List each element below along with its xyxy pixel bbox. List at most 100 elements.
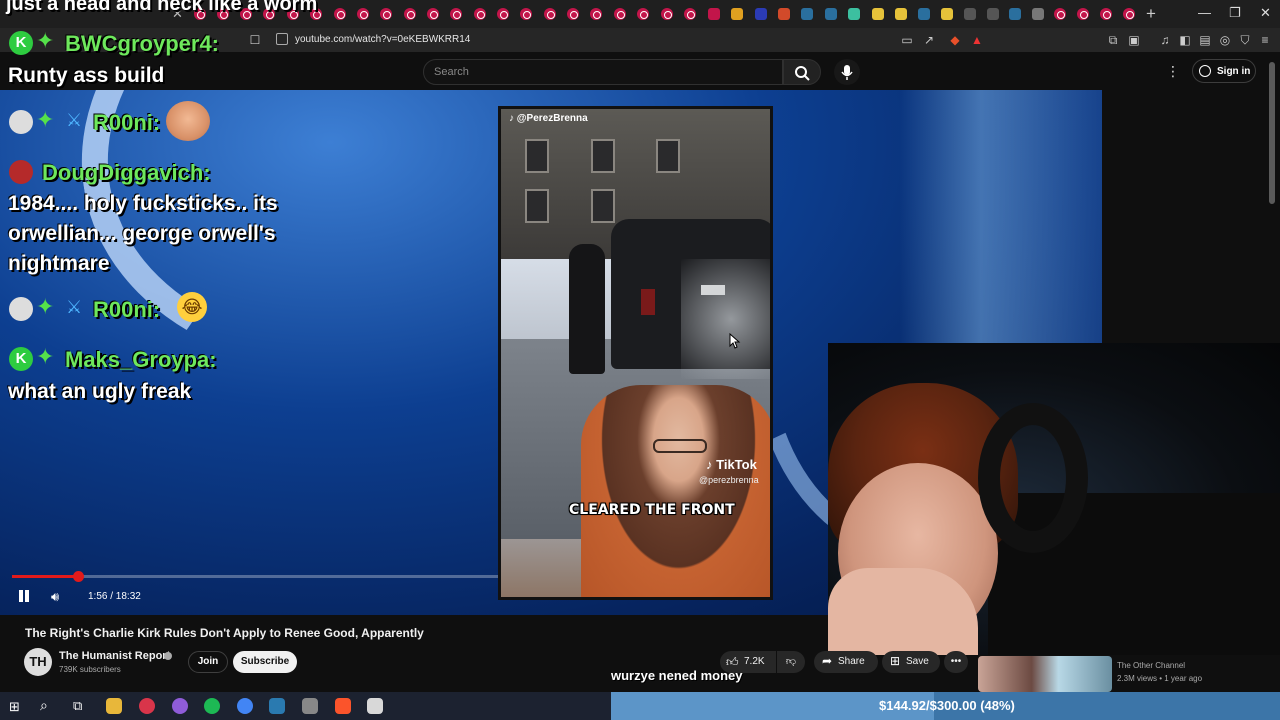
app-icon[interactable]: [139, 698, 155, 714]
progress-scrubber[interactable]: [73, 571, 84, 582]
menu-icon[interactable]: ≡: [1258, 33, 1272, 47]
youtube-tab-icon[interactable]: [567, 8, 579, 20]
start-icon[interactable]: ⊞: [9, 699, 20, 715]
skull-badge-icon: [9, 110, 33, 134]
youtube-tab-icon[interactable]: [1077, 8, 1089, 20]
restore-icon[interactable]: ❐: [1229, 5, 1241, 21]
task-view-icon[interactable]: ⧉: [73, 698, 82, 714]
youtube-tab-icon[interactable]: [427, 8, 439, 20]
search-input[interactable]: [423, 59, 783, 85]
minimize-icon[interactable]: —: [1198, 5, 1211, 20]
brave-shields-icon[interactable]: ◆: [948, 33, 962, 47]
thumbs-down-icon: 👎︎: [785, 656, 797, 667]
app-icon[interactable]: [302, 698, 318, 714]
new-tab-icon[interactable]: +: [1146, 4, 1156, 24]
steam-icon[interactable]: [269, 698, 285, 714]
tab-icon[interactable]: [731, 8, 743, 20]
youtube-tab-icon[interactable]: [590, 8, 602, 20]
wallet-icon[interactable]: ▤: [1198, 33, 1212, 47]
pause-button[interactable]: [17, 589, 31, 603]
vpn-icon[interactable]: ⛉: [1238, 33, 1252, 47]
app-icon[interactable]: [367, 698, 383, 714]
video-title: The Right's Charlie Kirk Rules Don't App…: [25, 626, 424, 640]
app-icon[interactable]: [172, 698, 188, 714]
youtube-tab-icon[interactable]: [474, 8, 486, 20]
tiktok-logo: ♪ TikTok: [706, 457, 757, 472]
clip-window: [591, 189, 615, 223]
brave-rewards-icon[interactable]: ▲: [970, 33, 984, 47]
face-emote-icon: [166, 101, 210, 141]
related-channel[interactable]: The Other Channel: [1117, 661, 1185, 670]
media-icon[interactable]: ♫: [1158, 33, 1172, 47]
laughing-emote-icon: 😂︎: [177, 292, 207, 322]
more-actions-button[interactable]: •••: [944, 651, 968, 673]
chrome-icon[interactable]: [237, 698, 253, 714]
youtube-tab-icon[interactable]: [357, 8, 369, 20]
tiktok-watermark-handle: @perezbrenna: [699, 475, 759, 485]
search-taskbar-icon[interactable]: ⌕: [40, 697, 48, 714]
youtube-tab-icon[interactable]: [661, 8, 673, 20]
progress-bar[interactable]: [12, 575, 498, 578]
related-video-thumbnail[interactable]: [978, 656, 1112, 692]
brave-icon[interactable]: [335, 698, 351, 714]
youtube-tab-icon[interactable]: [1123, 8, 1135, 20]
tab-icon[interactable]: [872, 8, 884, 20]
search-icon: [795, 66, 810, 81]
search-button[interactable]: [783, 59, 821, 85]
tab-icon[interactable]: [755, 8, 767, 20]
share-icon: ➦: [822, 654, 833, 668]
profile-icon[interactable]: ◎: [1218, 33, 1232, 47]
chat-message: Runty ass build: [8, 64, 165, 87]
tab-icon[interactable]: [941, 8, 953, 20]
more-options-icon[interactable]: ⋮: [1166, 63, 1180, 80]
verified-icon: [164, 652, 172, 660]
youtube-tab-icon[interactable]: [450, 8, 462, 20]
share-page-icon[interactable]: ↗: [922, 33, 936, 47]
youtube-tab-icon[interactable]: [544, 8, 556, 20]
progress-played: [12, 575, 78, 578]
chat-username: DougDiggavich:: [42, 160, 211, 185]
youtube-tab-icon[interactable]: [1054, 8, 1066, 20]
cast-icon[interactable]: ▭: [900, 33, 914, 47]
extensions-icon[interactable]: ⧉: [1106, 33, 1120, 47]
youtube-tab-icon[interactable]: [404, 8, 416, 20]
youtube-tab-icon[interactable]: [520, 8, 532, 20]
youtube-tab-icon[interactable]: [684, 8, 696, 20]
join-button[interactable]: Join: [188, 651, 228, 673]
bookmark-icon[interactable]: ☐: [248, 33, 262, 47]
youtube-tab-icon[interactable]: [1100, 8, 1112, 20]
tab-icon[interactable]: [778, 8, 790, 20]
screenshot-icon[interactable]: ▣: [1127, 33, 1141, 47]
site-info-icon[interactable]: [276, 33, 288, 45]
youtube-tab-icon[interactable]: [637, 8, 649, 20]
page-scrollbar[interactable]: [1269, 62, 1275, 204]
spotify-icon[interactable]: [204, 698, 220, 714]
tiktok-handle: ♪ @PerezBrenna: [509, 113, 588, 124]
tab-icon[interactable]: [825, 8, 837, 20]
youtube-tab-icon[interactable]: [334, 8, 346, 20]
tab-icon[interactable]: [708, 8, 720, 20]
skull-badge-icon: [9, 297, 33, 321]
tab-icon[interactable]: [918, 8, 930, 20]
subscribe-button[interactable]: Subscribe: [233, 651, 297, 673]
volume-icon[interactable]: 🔊︎: [51, 589, 59, 605]
dislike-button[interactable]: 👎︎: [777, 651, 805, 673]
channel-avatar[interactable]: TH: [24, 648, 52, 676]
sidebar-icon[interactable]: ◧: [1178, 33, 1192, 47]
channel-name[interactable]: The Humanist Report: [59, 650, 170, 662]
tab-icon[interactable]: [895, 8, 907, 20]
file-explorer-icon[interactable]: [106, 698, 122, 714]
voice-search-button[interactable]: [834, 59, 860, 85]
tab-icon[interactable]: [848, 8, 860, 20]
youtube-tab-icon[interactable]: [497, 8, 509, 20]
address-bar[interactable]: youtube.com/watch?v=0eKEBWKRR14: [295, 34, 470, 45]
youtube-tab-icon[interactable]: [380, 8, 392, 20]
time-display: 1:56 / 18:32: [88, 591, 141, 602]
tab-icon[interactable]: [801, 8, 813, 20]
youtube-tab-icon[interactable]: [614, 8, 626, 20]
tab-icon[interactable]: [964, 8, 976, 20]
tab-icon[interactable]: [1032, 8, 1044, 20]
tab-icon[interactable]: [1009, 8, 1021, 20]
tab-icon[interactable]: [987, 8, 999, 20]
close-window-icon[interactable]: ✕: [1260, 5, 1271, 21]
